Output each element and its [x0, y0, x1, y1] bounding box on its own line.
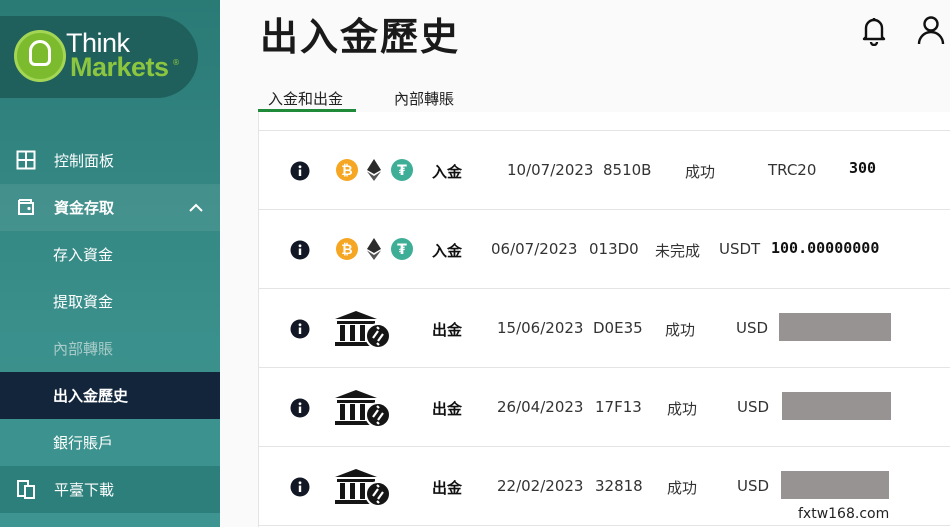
crypto-coins-icon: ₿ ₮	[336, 238, 413, 260]
transaction-id: 8510B	[603, 161, 652, 179]
transaction-amount: 100.00000000	[771, 239, 880, 257]
sidebar-item-label: 存入資金	[53, 246, 114, 264]
page-title: 出入金歷史	[260, 15, 461, 59]
sidebar-item-dashboard[interactable]: 控制面板	[0, 137, 220, 184]
info-icon[interactable]	[290, 477, 310, 497]
sidebar-item-label: 銀行賬戶	[53, 434, 114, 452]
transaction-type: 出金	[432, 400, 463, 418]
main-content: 出入金歷史 入金和出金 內部轉賬 ₿ ₮ 入金 10/07/2023 8510B…	[220, 0, 950, 527]
redacted-amount	[779, 313, 891, 341]
sidebar: Think Markets ® 控制面板 資金存取 存入資金 提取資金 內部轉賬…	[0, 0, 220, 527]
svg-text:₿: ₿	[341, 242, 352, 258]
download-device-icon	[17, 480, 35, 499]
transaction-type: 入金	[432, 242, 463, 260]
transaction-status: 成功	[667, 400, 698, 418]
tab-deposit-withdraw[interactable]: 入金和出金	[268, 88, 343, 109]
sidebar-item-internal-transfer[interactable]: 內部轉賬	[0, 325, 220, 372]
redacted-amount	[782, 392, 891, 420]
logo-registered-mark: ®	[172, 58, 180, 67]
transaction-date: 22/02/2023	[497, 477, 584, 495]
sidebar-item-label: 提取資金	[53, 293, 114, 311]
watermark-text: fxtw168.com	[798, 506, 890, 522]
sidebar-item-label: 內部轉賬	[53, 340, 114, 358]
transaction-currency: USD	[736, 319, 769, 337]
transaction-date: 10/07/2023	[507, 161, 594, 179]
transaction-currency: TRC20	[768, 161, 817, 179]
sidebar-item-history[interactable]: 出入金歷史	[0, 372, 220, 419]
dashboard-grid-icon	[16, 150, 36, 170]
sidebar-item-label: 資金存取	[54, 199, 115, 217]
table-row[interactable]: 出金 26/04/2023 17F13 成功 USD	[259, 368, 950, 447]
transaction-date: 06/07/2023	[491, 240, 578, 258]
sidebar-item-funds[interactable]: 資金存取	[0, 184, 220, 231]
sidebar-item-label: 出入金歷史	[53, 387, 129, 405]
info-icon[interactable]	[290, 319, 310, 339]
tab-internal-transfer[interactable]: 內部轉賬	[394, 88, 454, 109]
transaction-date: 26/04/2023	[497, 398, 584, 416]
table-row[interactable]: ₿ ₮ 入金 06/07/2023 013D0 未完成 USDT 100.000…	[259, 210, 950, 289]
crypto-coins-icon: ₿ ₮	[336, 159, 413, 181]
transaction-amount: 300	[849, 159, 877, 177]
chevron-up-icon[interactable]	[186, 198, 206, 218]
transaction-currency: USDT	[719, 240, 761, 258]
transaction-id: 17F13	[595, 398, 642, 416]
sidebar-item-bank-accounts[interactable]: 銀行賬戶	[0, 419, 220, 466]
transaction-type: 出金	[432, 479, 463, 497]
transaction-type: 入金	[432, 163, 463, 181]
info-icon[interactable]	[290, 398, 310, 418]
svg-text:₿: ₿	[341, 163, 352, 179]
table-row[interactable]: ₿ ₮ 入金 10/07/2023 8510B 成功 TRC20 300	[259, 131, 950, 210]
sidebar-item-withdraw[interactable]: 提取資金	[0, 278, 220, 325]
info-icon[interactable]	[290, 161, 310, 181]
transaction-id: 32818	[595, 477, 643, 495]
sidebar-item-deposit[interactable]: 存入資金	[0, 231, 220, 278]
sidebar-item-label: 平臺下載	[54, 481, 115, 499]
bank-transfer-icon	[335, 469, 391, 507]
history-table: ₿ ₮ 入金 10/07/2023 8510B 成功 TRC20 300 ₿ ₮…	[258, 112, 950, 527]
transaction-status: 成功	[667, 479, 698, 497]
transaction-status: 未完成	[655, 242, 701, 260]
bank-transfer-icon	[335, 311, 391, 349]
logo-bulb-shape	[29, 40, 51, 66]
transaction-id: 013D0	[589, 240, 639, 258]
redacted-amount	[781, 471, 889, 499]
transaction-id: D0E35	[593, 319, 643, 337]
sidebar-item-label: 控制面板	[54, 152, 115, 170]
transaction-currency: USD	[737, 477, 770, 495]
bell-icon[interactable]	[860, 16, 888, 46]
table-row[interactable]: 出金 15/06/2023 D0E35 成功 USD	[259, 289, 950, 368]
sidebar-item-platform-download[interactable]: 平臺下載	[0, 466, 220, 513]
transaction-type: 出金	[432, 321, 463, 339]
wallet-icon	[18, 199, 34, 215]
logo-text-markets: Markets	[70, 52, 169, 82]
user-icon[interactable]	[916, 14, 946, 46]
svg-text:₮: ₮	[397, 242, 407, 258]
transaction-status: 成功	[665, 321, 696, 339]
transaction-currency: USD	[737, 398, 770, 416]
bank-transfer-icon	[335, 390, 391, 428]
transaction-date: 15/06/2023	[497, 319, 584, 337]
info-icon[interactable]	[290, 240, 310, 260]
transaction-status: 成功	[685, 163, 716, 181]
svg-text:₮: ₮	[397, 163, 407, 179]
